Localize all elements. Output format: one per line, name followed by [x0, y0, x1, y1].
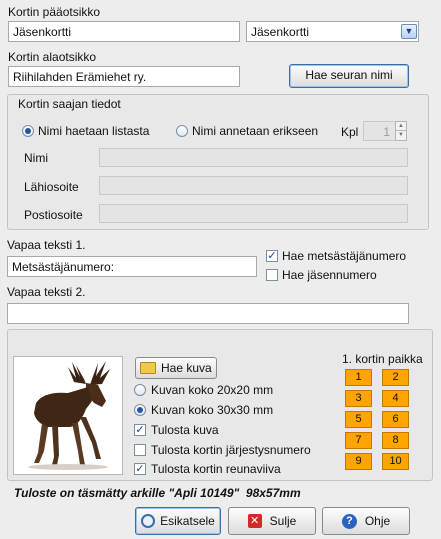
- magnifier-icon: [141, 514, 156, 528]
- position-cell-10[interactable]: 10: [382, 453, 409, 470]
- fetch-image-button-label: Hae kuva: [161, 361, 212, 375]
- main-title-select-value: Jäsenkortti: [251, 25, 310, 39]
- position-cell-1[interactable]: 1: [345, 369, 372, 386]
- moose-icon: [28, 361, 110, 470]
- help-icon: ?: [341, 513, 357, 529]
- chevron-down-icon[interactable]: ▼: [401, 24, 417, 39]
- main-title-select[interactable]: Jäsenkortti: [246, 21, 419, 42]
- close-icon: ✕: [247, 514, 262, 528]
- fetch-image-button[interactable]: Hae kuva: [135, 357, 217, 379]
- position-cell-7[interactable]: 7: [345, 432, 372, 449]
- radio-size-30[interactable]: Kuvan koko 30x30 mm: [134, 403, 273, 417]
- radio-size-30-label: Kuvan koko 30x30 mm: [151, 403, 274, 417]
- subtitle-label: Kortin alaotsikko: [8, 50, 97, 64]
- street-address-input[interactable]: [99, 176, 408, 195]
- radio-name-manual-label: Nimi annetaan erikseen: [192, 124, 319, 138]
- card-position-title: 1. kortin paikka: [342, 352, 423, 366]
- free-text-1-input[interactable]: Metsästäjänumero:: [7, 256, 257, 277]
- fetch-club-name-button[interactable]: Hae seuran nimi: [289, 64, 409, 88]
- name-label: Nimi: [24, 151, 48, 165]
- radio-name-from-list-label: Nimi haetaan listasta: [38, 124, 150, 138]
- position-cell-5[interactable]: 5: [345, 411, 372, 428]
- chk-member-number[interactable]: Hae jäsennumero: [266, 268, 377, 282]
- preview-button-label: Esikatsele: [160, 514, 215, 528]
- spin-down-icon[interactable]: ▼: [395, 131, 407, 141]
- checkbox-icon: [134, 444, 146, 456]
- free-text-2-label: Vapaa teksti 2.: [7, 285, 86, 299]
- chk-print-order-number-label: Tulosta kortin järjestysnumero: [151, 443, 311, 457]
- chk-member-number-label: Hae jäsennumero: [282, 268, 377, 282]
- moose-image: [13, 356, 123, 475]
- position-cell-3[interactable]: 3: [345, 390, 372, 407]
- postal-address-label: Postiosoite: [24, 208, 83, 222]
- chk-print-image[interactable]: ✓ Tulosta kuva: [134, 423, 219, 437]
- radio-size-20-label: Kuvan koko 20x20 mm: [151, 383, 274, 397]
- spin-up-icon[interactable]: ▲: [395, 121, 407, 131]
- position-cell-2[interactable]: 2: [382, 369, 409, 386]
- chk-hunter-number-label: Hae metsästäjänumero: [282, 249, 407, 263]
- radio-icon: [176, 125, 188, 137]
- main-title-input[interactable]: Jäsenkortti: [8, 21, 240, 42]
- chk-hunter-number[interactable]: ✓ Hae metsästäjänumero: [266, 249, 406, 263]
- radio-name-manual[interactable]: Nimi annetaan erikseen: [176, 124, 318, 138]
- radio-icon: [134, 384, 146, 396]
- main-title-label: Kortin pääotsikko: [8, 5, 101, 19]
- close-button-label: Sulje: [269, 514, 297, 528]
- count-input[interactable]: 1: [363, 121, 396, 141]
- chk-print-image-label: Tulosta kuva: [151, 423, 219, 437]
- free-text-2-input[interactable]: [7, 303, 409, 324]
- help-button-label: Ohje: [364, 514, 391, 528]
- sheet-note: Tuloste on täsmätty arkille "Apli 10149"…: [14, 486, 301, 500]
- position-cell-9[interactable]: 9: [345, 453, 372, 470]
- radio-size-20[interactable]: Kuvan koko 20x20 mm: [134, 383, 273, 397]
- count-spinner[interactable]: ▲ ▼: [395, 121, 407, 141]
- recipient-group-title: Kortin saajan tiedot: [18, 97, 121, 111]
- folder-icon: [140, 362, 156, 374]
- radio-name-from-list[interactable]: Nimi haetaan listasta: [22, 124, 149, 138]
- position-cell-8[interactable]: 8: [382, 432, 409, 449]
- radio-icon: [134, 404, 146, 416]
- checkbox-icon: [266, 269, 278, 281]
- checkmark-icon: ✓: [266, 250, 278, 262]
- postal-address-input[interactable]: [99, 204, 408, 223]
- preview-button[interactable]: Esikatsele: [135, 507, 221, 535]
- checkmark-icon: ✓: [134, 463, 146, 475]
- free-text-1-label: Vapaa teksti 1.: [7, 238, 86, 252]
- help-button[interactable]: ? Ohje: [322, 507, 410, 535]
- radio-icon: [22, 125, 34, 137]
- count-label: Kpl: [341, 125, 359, 139]
- chk-print-order-number[interactable]: Tulosta kortin järjestysnumero: [134, 443, 311, 457]
- card-position-grid: 1 2 3 4 5 6 7 8 9 10: [345, 369, 409, 470]
- street-address-label: Lähiosoite: [24, 180, 79, 194]
- checkmark-icon: ✓: [134, 424, 146, 436]
- close-button[interactable]: ✕ Sulje: [228, 507, 316, 535]
- chk-print-border-label: Tulosta kortin reunaviiva: [151, 462, 281, 476]
- chk-print-border[interactable]: ✓ Tulosta kortin reunaviiva: [134, 462, 281, 476]
- name-input[interactable]: [99, 148, 408, 167]
- position-cell-6[interactable]: 6: [382, 411, 409, 428]
- position-cell-4[interactable]: 4: [382, 390, 409, 407]
- subtitle-input[interactable]: Riihilahden Erämiehet ry.: [8, 66, 240, 87]
